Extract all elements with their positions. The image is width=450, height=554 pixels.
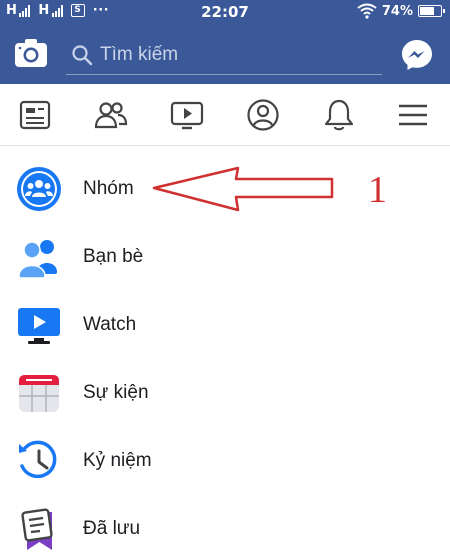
search-icon [72,45,93,66]
memories-clock-icon [19,440,57,479]
menu-item-label: Sự kiện [83,382,149,403]
messenger-icon[interactable] [400,38,434,72]
search-bar[interactable] [66,35,382,75]
friends-icon[interactable] [94,98,128,132]
wifi-icon [357,3,377,19]
battery-fill [420,7,434,15]
menu-item-label: Nhóm [83,178,134,199]
menu-item-watch[interactable]: Watch [0,286,450,354]
menu-item-memories[interactable]: Kỷ niệm [0,422,450,490]
hamburger-icon[interactable] [396,98,430,132]
menu-item-events[interactable]: Sự kiện [0,354,450,422]
news-feed-icon[interactable] [18,98,52,132]
annotation-arrow-icon [152,166,334,212]
saved-bookmark-icon [21,508,53,550]
menu-item-label: Kỷ niệm [83,450,152,471]
menu-item-label: Bạn bè [83,246,144,267]
app-header [0,24,450,84]
search-input[interactable] [100,40,370,70]
battery-percent: 74% [381,3,413,19]
annotation-step-number: 1 [368,169,387,211]
profile-icon[interactable] [246,98,280,132]
bell-icon[interactable] [322,98,356,132]
camera-icon[interactable] [14,38,48,68]
menu-item-saved[interactable]: Đã lưu [0,490,450,554]
calendar-icon [19,375,59,412]
watch-icon [18,308,60,344]
menu-item-friends[interactable]: Bạn bè [0,218,450,286]
friends-icon [18,240,57,279]
menu-item-label: Watch [83,314,137,335]
watch-icon[interactable] [170,98,204,132]
status-bar: H H S ··· 22:07 74% [0,0,450,24]
menu-item-label: Đã lưu [83,518,141,539]
groups-icon [17,167,61,211]
tab-bar [0,84,450,146]
status-right: 74% [357,3,445,19]
battery-icon [418,5,445,17]
